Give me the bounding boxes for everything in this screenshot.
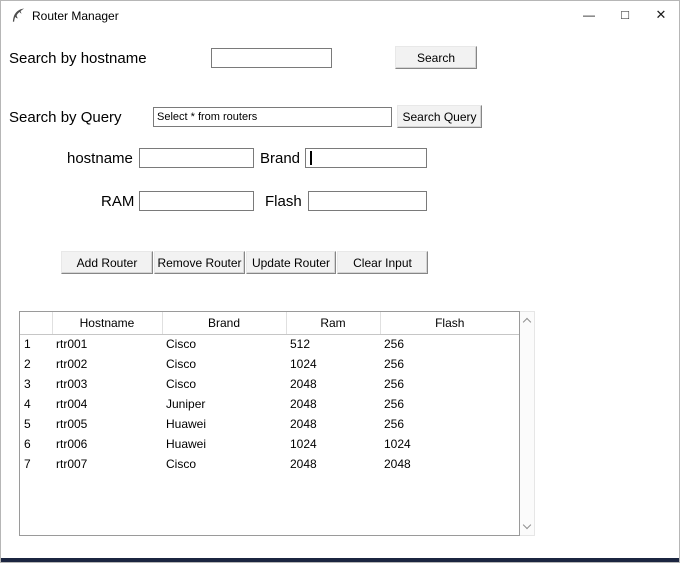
search-query-label: Search by Query bbox=[9, 109, 122, 126]
table-row[interactable]: 5 rtr005 Huawei 2048 256 bbox=[20, 414, 519, 434]
flash-input[interactable] bbox=[308, 191, 427, 211]
search-query-button[interactable]: Search Query bbox=[397, 105, 482, 128]
scroll-up-icon[interactable] bbox=[522, 317, 532, 327]
text-caret bbox=[310, 151, 312, 165]
column-header[interactable] bbox=[20, 312, 53, 335]
column-header[interactable]: Ram bbox=[286, 312, 381, 335]
close-button[interactable]: ✕ bbox=[643, 1, 679, 28]
maximize-button[interactable]: □ bbox=[607, 1, 643, 28]
table-row[interactable]: 4 rtr004 Juniper 2048 256 bbox=[20, 394, 519, 414]
table-scrollbar[interactable] bbox=[520, 311, 535, 536]
brand-input[interactable] bbox=[305, 148, 427, 168]
hostname-input[interactable] bbox=[139, 148, 254, 168]
table-row[interactable]: 2 rtr002 Cisco 1024 256 bbox=[20, 354, 519, 374]
clear-input-button[interactable]: Clear Input bbox=[337, 251, 428, 274]
table-row[interactable]: 6 rtr006 Huawei 1024 1024 bbox=[20, 434, 519, 454]
table-row[interactable]: 1 rtr001 Cisco 512 256 bbox=[20, 334, 519, 354]
tk-feather-icon bbox=[11, 7, 26, 24]
add-router-button[interactable]: Add Router bbox=[61, 251, 153, 274]
column-header[interactable]: Hostname bbox=[52, 312, 163, 335]
window-title: Router Manager bbox=[32, 9, 119, 23]
ram-input[interactable] bbox=[139, 191, 254, 211]
search-button[interactable]: Search bbox=[395, 46, 477, 69]
router-table-body: 1 rtr001 Cisco 512 256 2 rtr002 Cisco 1024 256 3 rt… bbox=[20, 334, 519, 474]
search-query-input[interactable] bbox=[153, 107, 392, 127]
search-hostname-label: Search by hostname bbox=[9, 50, 147, 67]
router-table[interactable]: Hostname Brand Ram Flash 1 rtr001 Cisco 512 256… bbox=[19, 311, 520, 536]
brand-label: Brand bbox=[260, 150, 301, 167]
remove-router-button[interactable]: Remove Router bbox=[154, 251, 245, 274]
ram-label: RAM bbox=[101, 193, 135, 210]
taskbar-edge bbox=[1, 558, 679, 562]
minimize-button[interactable]: — bbox=[571, 1, 607, 28]
title-bar[interactable]: Router Manager — □ ✕ bbox=[1, 1, 679, 29]
column-header[interactable]: Brand bbox=[162, 312, 287, 335]
scroll-down-icon[interactable] bbox=[522, 520, 532, 530]
flash-label: Flash bbox=[265, 193, 302, 210]
table-header-row: Hostname Brand Ram Flash bbox=[20, 312, 519, 335]
table-row[interactable]: 3 rtr003 Cisco 2048 256 bbox=[20, 374, 519, 394]
search-hostname-input[interactable] bbox=[211, 48, 332, 68]
column-header[interactable]: Flash bbox=[380, 312, 519, 335]
hostname-label: hostname bbox=[67, 150, 133, 167]
update-router-button[interactable]: Update Router bbox=[246, 251, 336, 274]
router-manager-window: Router Manager — □ ✕ Search by hostname … bbox=[0, 0, 680, 563]
table-row[interactable]: 7 rtr007 Cisco 2048 2048 bbox=[20, 454, 519, 474]
